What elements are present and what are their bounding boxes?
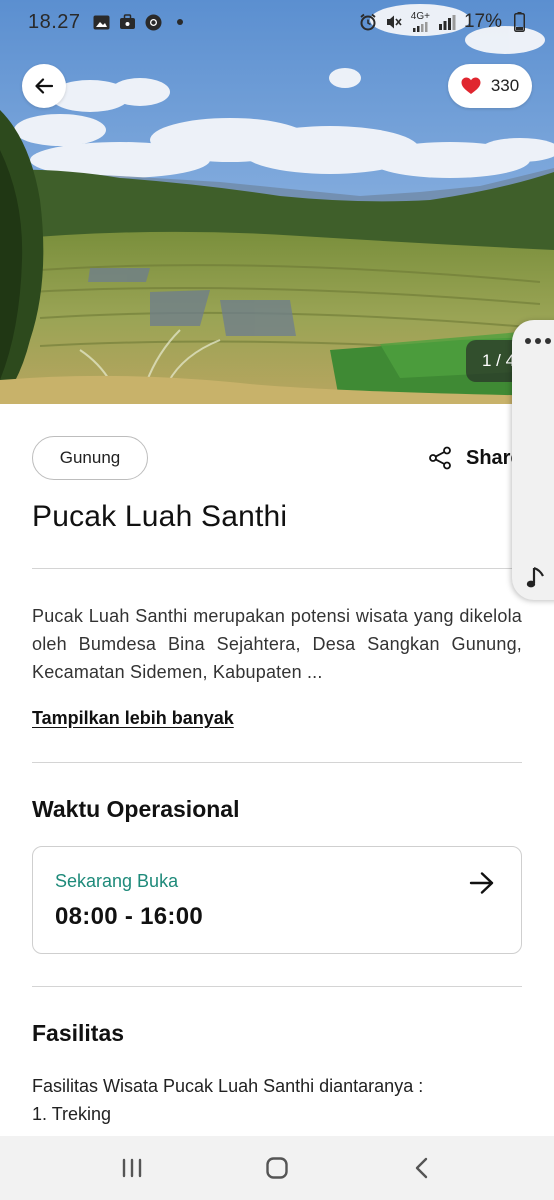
facilities-heading: Fasilitas	[32, 1020, 125, 1046]
briefcase-icon	[119, 13, 137, 31]
recents-button[interactable]	[102, 1146, 162, 1190]
divider	[32, 762, 522, 763]
chrome-icon	[145, 13, 163, 31]
signal-icon	[413, 22, 428, 32]
battery-percent: 17%	[463, 11, 502, 32]
notification-dot-icon	[171, 13, 189, 31]
home-icon	[266, 1157, 288, 1179]
facility-item: 1. Treking	[32, 1104, 112, 1124]
show-more-link[interactable]: Tampilkan lebih banyak	[32, 708, 234, 729]
heart-icon	[461, 77, 481, 94]
like-count: 330	[490, 76, 520, 95]
opening-hours: 08:00 - 16:00	[55, 903, 203, 930]
music-note-icon[interactable]	[526, 566, 546, 590]
status-bar: 18.27 4G+ 17%	[0, 0, 554, 44]
place-title: Pucak Luah Santhi	[32, 500, 288, 533]
network-label: 4G+	[410, 11, 430, 22]
chevron-left-icon	[415, 1157, 427, 1179]
status-time: 18.27	[28, 10, 81, 33]
category-chip[interactable]: Gunung	[32, 436, 148, 480]
more-horizontal-icon[interactable]	[524, 336, 552, 346]
system-navigation-bar	[0, 1136, 554, 1200]
divider	[32, 568, 522, 569]
divider	[32, 986, 522, 987]
share-button[interactable]: Share	[428, 446, 522, 470]
edge-panel[interactable]	[512, 320, 554, 600]
gallery-icon	[93, 13, 111, 31]
recents-icon	[123, 1158, 142, 1178]
mute-icon	[385, 13, 403, 31]
battery-icon	[510, 12, 528, 32]
arrow-right-icon[interactable]	[469, 871, 495, 895]
network-type: 4G+	[411, 12, 430, 32]
nav-back-button[interactable]	[392, 1146, 452, 1190]
open-status: Sekarang Buka	[55, 871, 179, 891]
share-icon	[429, 446, 451, 470]
back-button[interactable]	[22, 64, 66, 108]
place-description: Pucak Luah Santhi merupakan potensi wisa…	[32, 606, 522, 682]
hero-image[interactable]: 18.27 4G+ 17% 330 1 / 4	[0, 0, 554, 404]
arrow-left-icon	[35, 78, 53, 94]
home-button[interactable]	[247, 1146, 307, 1190]
facilities-text: Fasilitas Wisata Pucak Luah Santhi diant…	[32, 1072, 423, 1128]
like-button[interactable]: 330	[448, 64, 532, 108]
alarm-icon	[359, 13, 377, 31]
operating-hours-card[interactable]: Sekarang Buka 08:00 - 16:00	[32, 846, 522, 954]
signal-bars-icon	[438, 13, 456, 31]
operational-heading: Waktu Operasional	[32, 796, 240, 822]
facilities-intro: Fasilitas Wisata Pucak Luah Santhi diant…	[32, 1076, 424, 1096]
